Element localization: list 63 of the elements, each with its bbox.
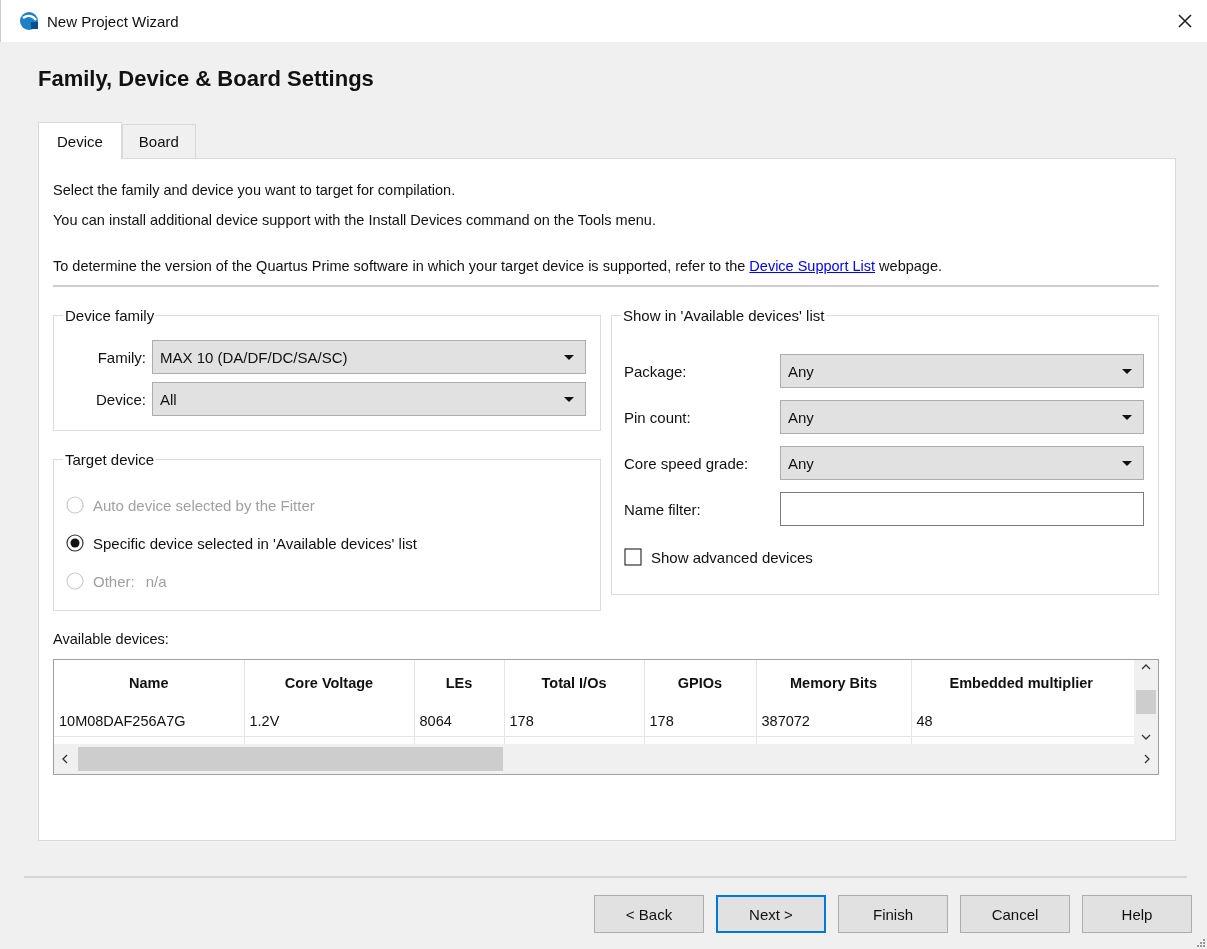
field-label: Family: <box>96 348 146 366</box>
caret-icon <box>563 353 575 361</box>
checkbox[interactable] <box>624 548 642 566</box>
caret-icon <box>1121 413 1133 421</box>
group-title: Show in 'Available devices' list <box>622 307 826 324</box>
wizard-button[interactable]: Finish <box>838 895 948 933</box>
app-logo-icon <box>19 11 39 31</box>
column-header[interactable]: Total I/Os <box>504 660 644 706</box>
column-header[interactable]: GPIOs <box>644 660 756 706</box>
table-cell: 178 <box>644 706 756 737</box>
field-label: Pin count: <box>624 408 692 426</box>
column-header[interactable]: Memory Bits <box>756 660 911 706</box>
caret-icon <box>1121 459 1133 467</box>
table-cell: 1.2V <box>244 706 414 737</box>
name-filter-field[interactable] <box>780 492 1144 526</box>
scrollbar-thumb[interactable] <box>78 747 503 771</box>
scroll-right-icon <box>1144 754 1150 764</box>
column-header[interactable]: Name <box>54 660 244 706</box>
checkbox-label: Show advanced devices <box>651 548 813 566</box>
wizard-button[interactable]: < Back <box>594 895 704 933</box>
wizard-button[interactable]: Cancel <box>960 895 1070 933</box>
group-title: Target device <box>64 451 156 468</box>
option-label: Specific device selected in 'Available devices' list <box>93 534 417 552</box>
field-label: Name filter: <box>624 500 702 518</box>
field-label: Core speed grade: <box>624 454 750 472</box>
option-label: Auto device selected by the Fitter <box>93 496 315 514</box>
wizard-button[interactable]: Help <box>1082 895 1192 933</box>
scrollbar-thumb[interactable] <box>1136 690 1156 714</box>
support-note: To determine the version of the Quartus Prime software in which your target device is supported, refer to the Device Support List webpage. <box>53 257 943 276</box>
scroll-left-icon <box>62 754 68 764</box>
window-title: New Project Wizard <box>47 12 180 30</box>
dropdown[interactable]: Any <box>780 354 1144 388</box>
option-label: Other: <box>93 572 135 590</box>
scroll-up-icon <box>1141 664 1151 670</box>
device-support-link[interactable]: Device Support List <box>749 258 876 274</box>
column-header[interactable]: Core Voltage <box>244 660 414 706</box>
dropdown[interactable]: MAX 10 (DA/DF/DC/SA/SC) <box>152 340 586 374</box>
resize-grip-icon <box>1197 939 1205 947</box>
table-cell: 178 <box>504 706 644 737</box>
radio-button[interactable] <box>66 534 84 552</box>
tab[interactable]: Device <box>38 122 122 159</box>
table-label: Available devices: <box>53 631 170 647</box>
column-header[interactable]: LEs <box>414 660 504 706</box>
option-value: n/a <box>145 572 167 590</box>
caret-icon <box>1121 367 1133 375</box>
wizard-button[interactable]: Next > <box>716 895 826 933</box>
field-label: Device: <box>94 390 146 408</box>
group-title: Device family <box>64 307 156 324</box>
tab[interactable]: Board <box>121 124 196 158</box>
dropdown[interactable]: All <box>152 382 586 416</box>
vertical-scrollbar[interactable] <box>1134 660 1158 744</box>
table-cell: 387072 <box>756 706 911 737</box>
caret-icon <box>563 395 575 403</box>
field-label: Package: <box>624 362 688 380</box>
table-cell: 10M08DAF256A7G <box>54 706 244 737</box>
instruction-text: Select the family and device you want to target for compilation. <box>53 181 457 200</box>
dropdown[interactable]: Any <box>780 446 1144 480</box>
horizontal-scrollbar[interactable] <box>54 744 1158 774</box>
scroll-down-icon <box>1141 734 1151 740</box>
table-cell: 8064 <box>414 706 504 737</box>
dropdown[interactable]: Any <box>780 400 1144 434</box>
instruction-text: You can install additional device support with the Install Devices command on the Tools menu. <box>53 211 657 230</box>
page-heading: Family, Device & Board Settings <box>37 65 375 93</box>
